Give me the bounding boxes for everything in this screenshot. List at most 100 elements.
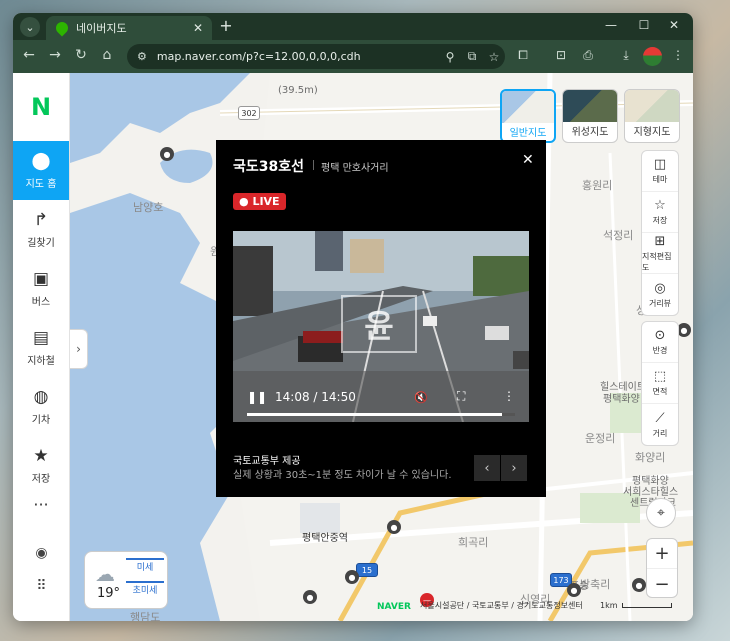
star-icon: ★: [33, 446, 49, 466]
weather-widget[interactable]: ☁ 19° 미세 초미세: [84, 551, 168, 609]
more-options-icon[interactable]: ⋮: [503, 389, 515, 403]
sidebar-item-saved[interactable]: ★ 저장: [13, 436, 69, 495]
directions-icon: ↱: [33, 210, 49, 230]
url-text[interactable]: map.naver.com/p?c=12.00,0,0,0,cdh: [157, 50, 439, 63]
cctv-camera-icon[interactable]: ●: [387, 520, 401, 534]
printer-icon[interactable]: ⎙: [578, 48, 598, 63]
map-type-thumbnail: [563, 90, 617, 122]
map-tools-panel: ◫ 테마 ☆ 저장 ⊞ 지적편집도 ◎ 거리뷰: [641, 150, 679, 316]
chrome-menu-icon[interactable]: ⋮: [668, 48, 688, 62]
tool-streetview[interactable]: ◎ 거리뷰: [642, 274, 678, 315]
tool-radius[interactable]: ⊙ 반경: [642, 322, 678, 363]
map-label: 평택화양: [603, 394, 640, 405]
disclaimer-text: 실제 상황과 30초~1분 정도 차이가 날 수 있습니다.: [233, 470, 452, 481]
sidebar-item-label: 지하철: [27, 356, 55, 367]
weather-temperature: 19°: [97, 586, 121, 601]
previous-camera-button[interactable]: ‹: [474, 455, 500, 481]
tool-label: 지적편집도: [642, 251, 672, 272]
download-icon[interactable]: ⤓: [616, 48, 636, 63]
cctv-camera-icon[interactable]: ●: [677, 323, 691, 337]
naver-footer-logo[interactable]: NAVER: [377, 602, 411, 612]
grid-map-icon: ⊞: [654, 233, 666, 249]
video-progress-fill: [247, 413, 502, 416]
profile-avatar[interactable]: [643, 47, 662, 66]
user-icon[interactable]: ◉: [13, 545, 70, 561]
sidebar-item-directions[interactable]: ↱ 길찾기: [13, 200, 69, 259]
cctv-camera-icon[interactable]: ●: [567, 583, 581, 597]
close-icon[interactable]: ✕: [522, 152, 534, 168]
cloudy-weather-icon: ☁: [95, 562, 115, 586]
cctv-camera-icon[interactable]: ●: [303, 590, 317, 604]
street-view-icon: ◎: [654, 280, 666, 296]
minimize-icon[interactable]: —: [602, 18, 620, 32]
location-pin-icon: ⬤: [31, 151, 51, 171]
fullscreen-icon[interactable]: ⛶: [457, 389, 465, 404]
live-label: LIVE: [252, 195, 280, 208]
install-app-icon[interactable]: ⧉: [461, 49, 483, 64]
my-location-icon[interactable]: ⌖: [646, 498, 676, 528]
sidebar-item-label: 저장: [31, 474, 51, 485]
cctv-camera-icon[interactable]: ●: [160, 147, 174, 161]
sidebar-item-bus[interactable]: ▣ 버스: [13, 259, 69, 318]
map-type-label: 지형지도: [633, 127, 671, 138]
reload-icon[interactable]: ↻: [71, 47, 91, 63]
next-camera-button[interactable]: ›: [501, 455, 527, 481]
radius-icon: ⊙: [654, 328, 666, 343]
tool-label: 테마: [652, 175, 668, 184]
sidebar-item-label: 기차: [31, 415, 51, 426]
map-type-thumbnail: [625, 90, 679, 122]
sidebar-item-subway[interactable]: ▤ 지하철: [13, 318, 69, 377]
map-type-terrain[interactable]: 지형지도: [624, 89, 680, 143]
tool-distance[interactable]: ⟋ 거리: [642, 404, 678, 445]
tool-save[interactable]: ☆ 저장: [642, 192, 678, 233]
tool-label: 반경: [652, 346, 668, 355]
star-outline-icon: ☆: [654, 198, 666, 213]
tool-theme[interactable]: ◫ 테마: [642, 151, 678, 192]
screenshot-icon[interactable]: ⊡: [551, 48, 571, 62]
mute-icon[interactable]: 🔇: [414, 391, 428, 404]
map-type-satellite[interactable]: 위성지도: [562, 89, 618, 143]
cctv-video[interactable]: 윤 ❚❚ 14:08 / 14:50 🔇 ⛶ ⋮: [233, 231, 529, 422]
zoom-in-icon[interactable]: +: [647, 539, 677, 569]
more-menu-icon[interactable]: ···: [13, 495, 69, 525]
tab-search-icon[interactable]: ⌄: [20, 17, 40, 37]
naver-map-favicon-icon: [53, 19, 71, 37]
naver-logo[interactable]: N: [13, 73, 69, 141]
cctv-camera-icon[interactable]: ●: [345, 570, 359, 584]
map-type-normal[interactable]: 일반지도: [500, 89, 556, 143]
route-shield: 15: [356, 563, 378, 577]
tab-close-icon[interactable]: ✕: [189, 21, 207, 35]
forward-icon[interactable]: →: [45, 47, 65, 63]
ultra-fine-dust-badge: 초미세: [126, 581, 164, 598]
zoom-out-icon[interactable]: −: [647, 569, 677, 599]
map-credits: 서울시설공단 / 국토교통부 / 경기도교통정보센터: [420, 601, 583, 610]
close-window-icon[interactable]: ✕: [665, 18, 683, 32]
extensions-icon[interactable]: ⧠: [513, 48, 533, 63]
sidebar: N ⬤ 지도 홈 ↱ 길찾기 ▣ 버스 ▤ 지하철 ◍ 기차 ★ 저장 ··· …: [13, 73, 70, 621]
apps-grid-icon[interactable]: ⠿: [13, 578, 70, 594]
omnibox[interactable]: ⚙ map.naver.com/p?c=12.00,0,0,0,cdh ⚲ ⧉ …: [127, 44, 505, 69]
address-toolbar: ← → ↻ ⌂ ⚙ map.naver.com/p?c=12.00,0,0,0,…: [13, 40, 693, 73]
tool-cadastral[interactable]: ⊞ 지적편집도: [642, 233, 678, 274]
chevron-right-icon: ›: [511, 460, 517, 476]
subway-icon: ▤: [32, 328, 50, 348]
new-tab-icon[interactable]: +: [216, 16, 236, 35]
cctv-camera-icon[interactable]: ●: [632, 578, 646, 592]
back-icon[interactable]: ←: [19, 47, 39, 63]
sidebar-item-map-home[interactable]: ⬤ 지도 홈: [13, 141, 69, 200]
train-icon: ◍: [33, 387, 49, 407]
tool-label: 면적: [652, 387, 668, 396]
live-badge: ● LIVE: [233, 193, 286, 210]
zoom-icon[interactable]: ⚲: [439, 50, 461, 64]
sidebar-item-train[interactable]: ◍ 기차: [13, 377, 69, 436]
video-progress-bar[interactable]: [247, 413, 515, 416]
site-info-icon[interactable]: ⚙: [137, 50, 147, 63]
browser-tab[interactable]: 네이버지도 ✕: [46, 16, 212, 40]
sidebar-expand-icon[interactable]: ›: [70, 329, 88, 369]
home-icon[interactable]: ⌂: [97, 47, 117, 63]
pause-icon[interactable]: ❚❚: [247, 390, 267, 404]
bookmark-star-icon[interactable]: ☆: [483, 50, 505, 64]
maximize-icon[interactable]: ☐: [635, 18, 653, 32]
scale-bar: 1km: [600, 601, 672, 610]
tool-area[interactable]: ⬚ 면적: [642, 363, 678, 404]
